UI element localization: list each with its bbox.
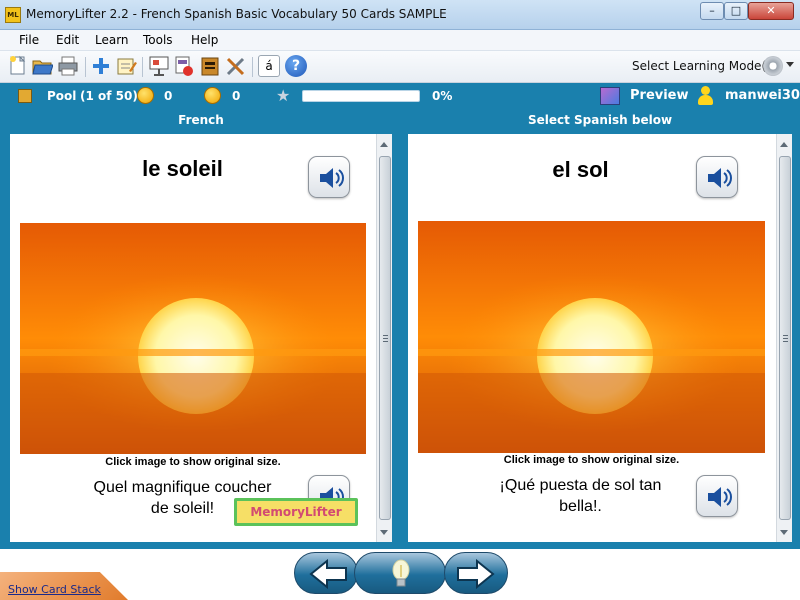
- add-card-icon[interactable]: [90, 55, 112, 77]
- play-answer-audio-button[interactable]: [696, 156, 738, 198]
- print-cards-icon[interactable]: [173, 55, 195, 77]
- arrow-left-icon: [309, 559, 347, 589]
- minimize-button[interactable]: –: [700, 2, 724, 20]
- wrong-smiley-icon: [204, 87, 221, 104]
- menu-file[interactable]: File: [19, 33, 39, 47]
- preview-icon[interactable]: [600, 87, 620, 105]
- answer-image-caption: Click image to show original size.: [503, 454, 680, 466]
- scroll-thumb[interactable]: [779, 156, 791, 520]
- question-scrollbar[interactable]: [376, 134, 392, 542]
- open-folder-icon[interactable]: [31, 55, 54, 77]
- question-word: le soleil: [142, 156, 223, 181]
- menu-learn[interactable]: Learn: [95, 33, 129, 47]
- special-characters-button[interactable]: á: [258, 55, 280, 77]
- learning-mode-label[interactable]: Select Learning Mode(s): [632, 59, 777, 73]
- lightbulb-icon: [392, 559, 410, 587]
- next-card-button[interactable]: [444, 552, 508, 594]
- speaker-icon: [708, 487, 732, 507]
- window-title: MemoryLifter 2.2 - French Spanish Basic …: [26, 7, 447, 21]
- help-icon[interactable]: ?: [285, 55, 307, 77]
- answer-scrollbar[interactable]: [776, 134, 792, 542]
- edit-card-icon[interactable]: [115, 55, 137, 77]
- chevron-down-icon[interactable]: [786, 62, 794, 67]
- wrong-count: 0: [232, 89, 241, 103]
- gear-icon[interactable]: [763, 56, 783, 76]
- star-icon: ★: [276, 86, 291, 105]
- app-logo-icon: ML: [5, 7, 21, 23]
- sunset-image[interactable]: [418, 221, 765, 453]
- show-card-stack-link[interactable]: Show Card Stack: [8, 583, 101, 596]
- status-bar: Pool (1 of 50) 0 0 ★ 0% Preview manwei30: [0, 83, 800, 109]
- title-bar: ML MemoryLifter 2.2 - French Spanish Bas…: [0, 0, 800, 30]
- user-icon: [697, 86, 713, 106]
- hint-button[interactable]: [354, 552, 446, 594]
- play-answer-sentence-audio-button[interactable]: [696, 475, 738, 517]
- pool-label: Pool: [47, 89, 77, 103]
- scroll-down-arrow[interactable]: [780, 530, 788, 535]
- preview-button[interactable]: Preview: [630, 88, 689, 103]
- pool-icon: [18, 89, 32, 103]
- question-panel: le soleil Click image to show original s…: [10, 134, 392, 542]
- print-icon[interactable]: [57, 55, 79, 77]
- correct-smiley-icon: [137, 87, 154, 104]
- memorylifter-logo: MemoryLifter: [234, 498, 358, 526]
- answer-word: el sol: [552, 157, 609, 182]
- play-question-audio-button[interactable]: [308, 156, 350, 198]
- speaker-icon: [708, 168, 732, 188]
- toolbar-divider: [85, 57, 86, 77]
- question-sentence-line1: Quel magnifique coucher: [93, 479, 272, 496]
- new-document-icon[interactable]: [7, 55, 29, 77]
- menu-help[interactable]: Help: [191, 33, 218, 47]
- dictionary-icon[interactable]: [199, 55, 221, 77]
- menu-bar: File Edit Learn Tools Help: [0, 30, 800, 51]
- speaker-icon: [320, 168, 344, 188]
- previous-card-button[interactable]: [294, 552, 358, 594]
- toolbar-divider: [252, 57, 253, 77]
- scroll-up-arrow[interactable]: [380, 142, 388, 147]
- answer-sentence-line1: ¡Qué puesta de sol tan: [499, 477, 662, 494]
- menu-edit[interactable]: Edit: [56, 33, 79, 47]
- progress-percent: 0%: [432, 89, 453, 103]
- toolbar-divider: [142, 57, 143, 77]
- pool-count: (1 of 50): [80, 89, 138, 103]
- presentation-icon[interactable]: [148, 55, 170, 77]
- answer-sentence-line2: bella!.: [559, 498, 602, 515]
- app-window: ML MemoryLifter 2.2 - French Spanish Bas…: [0, 0, 800, 600]
- tools-settings-icon[interactable]: [225, 55, 247, 77]
- question-panel-header: French: [178, 113, 224, 127]
- progress-bar: [302, 90, 420, 102]
- maximize-button[interactable]: □: [724, 2, 748, 20]
- menu-tools[interactable]: Tools: [143, 33, 173, 47]
- correct-count: 0: [164, 89, 173, 103]
- answer-panel: el sol Click image to show original size…: [408, 134, 792, 542]
- arrow-right-icon: [457, 559, 495, 589]
- answer-panel-header: Select Spanish below: [527, 113, 673, 127]
- close-button[interactable]: ✕: [748, 2, 794, 20]
- sunset-image[interactable]: [20, 223, 366, 454]
- username: manwei30: [725, 88, 800, 103]
- scroll-thumb[interactable]: [379, 156, 391, 520]
- toolbar: á ? Select Learning Mode(s): [0, 51, 800, 83]
- question-image-caption: Click image to show original size.: [105, 456, 281, 468]
- scroll-up-arrow[interactable]: [780, 142, 788, 147]
- scroll-down-arrow[interactable]: [380, 530, 388, 535]
